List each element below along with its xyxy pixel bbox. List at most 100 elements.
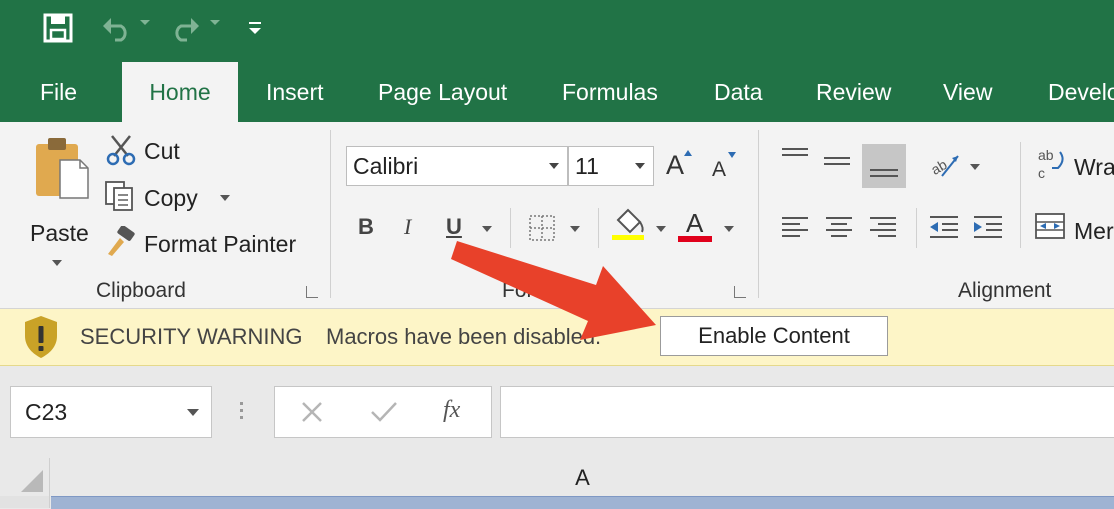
align-right-button[interactable] — [868, 214, 902, 248]
paste-icon — [36, 138, 89, 199]
font-group-label: Font — [502, 279, 545, 302]
shield-warning-icon — [25, 316, 57, 358]
align-left-button[interactable] — [780, 214, 814, 248]
wrap-text-button[interactable]: ab c Wra — [1036, 146, 1114, 186]
fill-color-dropdown-icon — [656, 226, 666, 232]
security-warning-bar: SECURITY WARNING Macros have been disabl… — [0, 309, 1114, 366]
top-align-button[interactable] — [780, 146, 814, 180]
merge-center-button[interactable]: Mer — [1034, 210, 1114, 250]
shrink-font-button[interactable]: A — [710, 152, 742, 186]
increase-indent-icon — [974, 216, 1002, 238]
cut-label: Cut — [144, 138, 180, 164]
top-align-icon — [782, 148, 808, 156]
alignment-inner-separator-2 — [1020, 142, 1021, 248]
paint-bucket-icon — [612, 208, 644, 240]
tab-insert[interactable]: Insert — [266, 62, 324, 122]
svg-text:c: c — [1038, 165, 1045, 181]
fill-color-button[interactable] — [612, 206, 670, 248]
tab-data[interactable]: Data — [714, 62, 763, 122]
tab-file[interactable]: File — [40, 62, 77, 122]
ribbon: Paste Cut Copy Format Painter Clipboard — [0, 122, 1114, 309]
align-center-icon — [826, 217, 852, 237]
undo-dropdown-icon[interactable] — [140, 20, 150, 25]
redo-dropdown-icon[interactable] — [210, 20, 220, 25]
font-dialog-launcher-icon[interactable] — [734, 286, 746, 298]
paste-button[interactable]: Paste — [26, 136, 96, 266]
format-painter-button[interactable]: Format Painter — [104, 226, 304, 262]
decrease-indent-button[interactable] — [928, 214, 962, 248]
paste-label: Paste — [30, 220, 89, 246]
select-all-corner[interactable] — [0, 458, 50, 496]
tab-home[interactable]: Home — [122, 62, 238, 122]
svg-text:ab: ab — [1038, 147, 1054, 163]
enable-content-button[interactable]: Enable Content — [660, 316, 888, 356]
copy-label: Copy — [144, 185, 198, 211]
undo-icon[interactable] — [100, 10, 134, 46]
wrap-text-icon: ab c — [1038, 147, 1064, 181]
formula-bar-grip-icon[interactable] — [240, 402, 244, 424]
font-size-combo[interactable]: 11 — [568, 146, 654, 186]
orientation-icon: ab — [928, 155, 959, 178]
row-header[interactable] — [0, 496, 50, 508]
borders-button[interactable] — [528, 212, 584, 248]
bottom-align-button[interactable] — [862, 144, 906, 188]
merge-center-label: Mer — [1074, 218, 1114, 244]
formula-input[interactable] — [500, 386, 1114, 438]
formula-bar: C23 fx — [0, 366, 1114, 458]
group-separator-2 — [758, 130, 759, 298]
copy-dropdown-icon — [220, 195, 230, 201]
scissors-icon — [106, 135, 136, 166]
tab-formulas[interactable]: Formulas — [562, 62, 658, 122]
redo-icon[interactable] — [168, 10, 202, 46]
bold-button[interactable]: B — [358, 214, 374, 240]
font-inner-separator-2 — [598, 208, 599, 248]
insert-function-icon[interactable]: fx — [443, 397, 460, 424]
tab-review[interactable]: Review — [816, 62, 891, 122]
title-bar — [0, 0, 1114, 62]
orientation-dropdown-icon — [970, 164, 980, 170]
italic-button[interactable]: I — [404, 214, 411, 240]
underline-icon: U — [446, 214, 462, 239]
security-warning-title: SECURITY WARNING — [80, 324, 303, 349]
font-name-combo[interactable]: Calibri — [346, 146, 568, 186]
ribbon-tab-bar: File Home Insert Page Layout Formulas Da… — [0, 62, 1114, 122]
copy-button[interactable]: Copy — [104, 180, 234, 216]
font-name-value: Calibri — [353, 153, 419, 179]
font-size-value: 11 — [575, 153, 599, 179]
name-box-dropdown-icon — [187, 409, 199, 416]
orientation-button[interactable]: ab — [928, 148, 984, 184]
security-warning-message: Macros have been disabled. — [326, 324, 602, 349]
borders-dropdown-icon — [570, 226, 580, 232]
align-center-button[interactable] — [824, 214, 858, 248]
wrap-text-label: Wra — [1074, 154, 1114, 180]
cut-button[interactable]: Cut — [106, 134, 196, 168]
clipboard-group-label: Clipboard — [96, 279, 186, 302]
tab-page-layout[interactable]: Page Layout — [378, 62, 507, 122]
decrease-indent-icon — [930, 216, 958, 238]
underline-dropdown-icon — [482, 226, 492, 232]
shrink-font-icon: A — [712, 158, 727, 181]
svg-text:ab: ab — [928, 156, 950, 178]
tab-view[interactable]: View — [943, 62, 992, 122]
align-right-icon — [870, 217, 896, 237]
middle-align-button[interactable] — [822, 146, 856, 180]
font-color-icon: A — [686, 208, 704, 238]
tab-developer[interactable]: Develo — [1048, 62, 1114, 122]
name-box[interactable]: C23 — [10, 386, 212, 438]
column-header-row: A — [0, 458, 1114, 496]
increase-indent-button[interactable] — [972, 214, 1006, 248]
grow-font-button[interactable]: A — [664, 148, 696, 184]
clipboard-dialog-launcher-icon[interactable] — [306, 286, 318, 298]
font-inner-separator — [510, 208, 511, 248]
underline-button[interactable]: U — [446, 212, 496, 248]
cancel-icon[interactable] — [299, 399, 325, 425]
save-icon[interactable] — [40, 10, 76, 46]
customize-qat-icon[interactable] — [246, 10, 264, 46]
enter-check-icon[interactable] — [369, 399, 399, 425]
enable-content-label: Enable Content — [698, 323, 850, 348]
selected-cells[interactable] — [51, 496, 1114, 509]
column-header-a[interactable]: A — [51, 458, 1114, 496]
alignment-inner-separator — [916, 208, 917, 248]
font-color-button[interactable]: A — [678, 206, 738, 248]
tab-home-label: Home — [149, 79, 211, 105]
